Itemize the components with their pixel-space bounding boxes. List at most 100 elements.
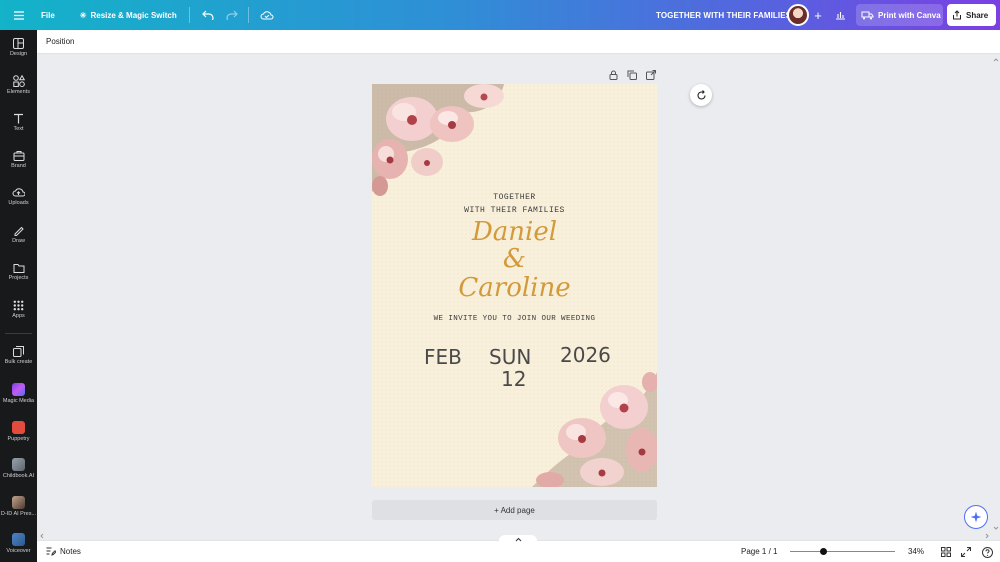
- sidebar-item-d-id[interactable]: D-ID AI Pres...: [0, 496, 37, 517]
- together-line: TOGETHER: [493, 193, 536, 202]
- sidebar-item-brand[interactable]: Brand: [0, 150, 37, 169]
- bulk-create-icon: [13, 346, 24, 357]
- voiceover-icon: [12, 533, 25, 546]
- left-sidebar: Design Elements Text Brand Uploads Draw …: [0, 30, 37, 562]
- apps-icon: [13, 300, 24, 311]
- chevron-up-icon: [515, 537, 521, 541]
- bar-chart-icon: [835, 12, 845, 20]
- show-pages-button[interactable]: [499, 535, 537, 543]
- sidebar-item-voiceover[interactable]: Voiceover: [0, 533, 37, 554]
- sidebar-item-label: Apps: [12, 313, 25, 319]
- undo-button[interactable]: [196, 10, 220, 20]
- sidebar-item-puppetry[interactable]: Puppetry: [0, 421, 37, 442]
- menu-button[interactable]: [0, 0, 37, 30]
- sidebar-item-uploads[interactable]: Uploads: [0, 187, 37, 206]
- date-month[interactable]: FEB: [424, 345, 462, 369]
- sidebar-item-label: Projects: [8, 275, 29, 281]
- date-year[interactable]: 2026: [560, 343, 611, 367]
- design-icon: [13, 38, 24, 49]
- insights-button[interactable]: [830, 6, 850, 24]
- sidebar-item-label: Draw: [12, 238, 25, 244]
- bottom-bar: Notes Page 1 / 1 34%: [37, 535, 1000, 562]
- sidebar-item-label: Brand: [11, 163, 26, 169]
- redo-button[interactable]: [220, 10, 244, 20]
- sidebar-item-label: Design: [9, 51, 28, 57]
- print-with-canva-button[interactable]: Print with Canva: [856, 4, 943, 26]
- sidebar-item-apps[interactable]: Apps: [0, 300, 37, 319]
- scroll-up-icon: [993, 58, 999, 62]
- sidebar-item-label: Voiceover: [6, 548, 31, 554]
- toolbar-divider: [247, 7, 249, 23]
- groom-name[interactable]: Daniel: [372, 217, 657, 247]
- export-icon: [646, 70, 656, 80]
- projects-icon: [13, 264, 24, 273]
- d-id-icon: [12, 496, 25, 509]
- duplicate-page-button[interactable]: [626, 69, 638, 81]
- sidebar-item-design[interactable]: Design: [0, 38, 37, 57]
- position-button[interactable]: Position: [46, 37, 74, 46]
- canva-assistant-button[interactable]: [964, 505, 988, 529]
- lock-page-button[interactable]: [607, 69, 619, 81]
- add-page-top-button[interactable]: [645, 69, 657, 81]
- document-title[interactable]: TOGETHER WITH THEIR FAMILIES: [656, 0, 791, 30]
- text-icon: [14, 113, 23, 124]
- sidebar-item-projects[interactable]: Projects: [0, 263, 37, 281]
- context-toolbar: Position: [37, 30, 1000, 54]
- invite-text[interactable]: WE INVITE YOU TO JOIN OUR WEEDING: [372, 315, 657, 323]
- save-status-button[interactable]: [255, 10, 279, 20]
- vertical-scrollbar[interactable]: [992, 55, 1000, 533]
- bride-name[interactable]: Caroline: [372, 273, 657, 303]
- sidebar-item-label: Bulk create: [4, 359, 33, 365]
- sidebar-item-bulk-create[interactable]: Bulk create: [0, 346, 37, 365]
- notes-button[interactable]: Notes: [46, 547, 81, 556]
- design-page[interactable]: TOGETHER WITH THEIR FAMILIES Daniel & Ca…: [372, 84, 657, 487]
- print-label: Print with Canva: [878, 10, 941, 20]
- share-icon: [953, 10, 961, 20]
- date-day-name[interactable]: SUN: [489, 345, 531, 369]
- lock-icon: [609, 70, 617, 80]
- help-icon: [981, 546, 993, 558]
- fullscreen-button[interactable]: [960, 546, 972, 558]
- zoom-slider-handle[interactable]: [820, 548, 827, 555]
- zoom-slider[interactable]: [790, 551, 895, 552]
- scroll-right-icon: [985, 533, 989, 539]
- together-heading[interactable]: TOGETHER WITH THEIR FAMILIES: [372, 192, 657, 217]
- resize-magic-switch-button[interactable]: ✳ Resize & Magic Switch: [80, 11, 177, 20]
- undo-icon: [201, 10, 214, 20]
- zoom-level[interactable]: 34%: [908, 547, 924, 556]
- grid-view-button[interactable]: [940, 546, 952, 558]
- duplicate-icon: [627, 70, 637, 80]
- sidebar-item-label: D-ID AI Pres...: [0, 511, 37, 517]
- magic-media-icon: [12, 383, 25, 396]
- help-button[interactable]: [981, 546, 993, 558]
- sidebar-item-elements[interactable]: Elements: [0, 75, 37, 95]
- scroll-down-icon: [993, 526, 999, 530]
- page-indicator[interactable]: Page 1 / 1: [741, 547, 777, 556]
- sidebar-item-label: Childbook.AI: [2, 473, 35, 479]
- file-menu[interactable]: File: [41, 11, 55, 20]
- invite-collaborator-button[interactable]: +: [809, 6, 827, 24]
- avatar[interactable]: [787, 4, 809, 26]
- cherry-blossom-bottom-image: [532, 372, 657, 487]
- ampersand[interactable]: &: [372, 244, 657, 274]
- share-button[interactable]: Share: [947, 4, 996, 26]
- regenerate-button[interactable]: [690, 84, 712, 106]
- sidebar-item-label: Uploads: [8, 200, 29, 206]
- sidebar-item-label: Magic Media: [2, 398, 35, 404]
- add-page-button[interactable]: + Add page: [372, 500, 657, 520]
- date-day-number[interactable]: 12: [501, 367, 526, 391]
- draw-icon: [14, 226, 24, 236]
- sidebar-item-childbook[interactable]: Childbook.AI: [0, 458, 37, 479]
- plus-icon: +: [814, 7, 822, 23]
- sparkle-icon: [970, 511, 982, 523]
- toolbar-divider: [188, 7, 190, 23]
- sidebar-item-label: Puppetry: [7, 436, 30, 442]
- page-tools: [607, 69, 657, 81]
- sidebar-item-text[interactable]: Text: [0, 113, 37, 132]
- top-toolbar: File ✳ Resize & Magic Switch TOGETHER WI…: [0, 0, 1000, 30]
- hamburger-icon: [13, 10, 24, 20]
- sidebar-item-magic-media[interactable]: Magic Media: [0, 383, 37, 404]
- sidebar-item-draw[interactable]: Draw: [0, 225, 37, 244]
- families-line: WITH THEIR FAMILIES: [464, 205, 565, 215]
- resize-label: Resize & Magic Switch: [90, 10, 177, 20]
